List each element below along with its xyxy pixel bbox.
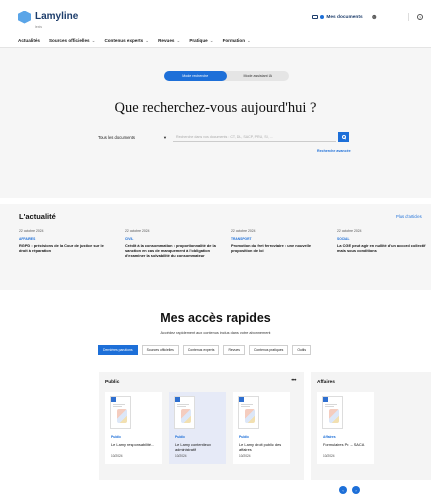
publication-cover-image bbox=[238, 396, 259, 429]
publication-title: Le Lamy responsabilité... bbox=[111, 442, 155, 447]
news-date: 22 octobre 2024 bbox=[19, 229, 44, 233]
news-category: TRANSPORT bbox=[231, 237, 252, 241]
news-headline: Promotion du fret ferroviaire : une nouv… bbox=[231, 243, 311, 253]
publication-date: 10/2024 bbox=[175, 454, 187, 458]
nav-item-sources-officielles[interactable]: Sources officielles ⌄ bbox=[49, 38, 95, 44]
nav-item-pratique[interactable]: Pratique ⌄ bbox=[189, 38, 213, 44]
nav-item-actualites[interactable]: Actualités bbox=[18, 38, 40, 43]
quick-panel-affaires: Affaires Affaires Formulaires Pr. – SACA… bbox=[311, 372, 431, 480]
document-scope-select[interactable]: Tous les documents ▼ bbox=[98, 132, 173, 142]
chip-revues[interactable]: Revues bbox=[223, 345, 245, 355]
search-icon bbox=[341, 135, 346, 139]
search-button[interactable] bbox=[338, 132, 349, 142]
news-item[interactable]: 22 octobre 2024 AFFAIRES RGPD : précisio… bbox=[19, 229, 111, 253]
panel-title: Public bbox=[105, 380, 120, 385]
document-scope-value: Tous les documents bbox=[98, 134, 136, 140]
news-item[interactable]: 22 octobre 2024 SOCIAL La CGE peut agir … bbox=[337, 229, 429, 253]
chip-sources-officielles[interactable]: Sources officielles bbox=[141, 345, 179, 355]
quick-access-filters: Dernières parutions Sources officielles … bbox=[98, 345, 312, 355]
publication-cover-image bbox=[322, 396, 343, 429]
news-date: 22 octobre 2024 bbox=[125, 229, 150, 233]
news-category: AFFAIRES bbox=[19, 237, 36, 241]
more-options-icon[interactable]: ••• bbox=[291, 378, 296, 384]
carousel-next-button[interactable]: › bbox=[352, 486, 360, 494]
news-section: L'actualité Plus d'articles 22 octobre 2… bbox=[0, 204, 431, 290]
chip-contenus-pratiques[interactable]: Contenus pratiques bbox=[248, 345, 289, 355]
quick-panel-public: Public ••• Public Le Lamy responsabilité… bbox=[99, 372, 304, 480]
panel-title: Affaires bbox=[317, 380, 335, 385]
header-divider bbox=[408, 13, 409, 21]
publication-card[interactable]: Public Le Lamy droit public des affaires… bbox=[233, 392, 290, 464]
folder-icon bbox=[312, 14, 319, 20]
publication-card[interactable]: Public Le Lamy responsabilité... 10/2024 bbox=[105, 392, 162, 464]
lamyline-logo[interactable]: Lamyline lexis bbox=[18, 6, 78, 29]
publication-tag: Public bbox=[111, 435, 122, 439]
publication-cover-image bbox=[110, 396, 131, 429]
news-date: 22 octobre 2024 bbox=[231, 229, 256, 233]
search-mode-toggle: Mode recherche Mode assistant IA bbox=[164, 71, 289, 81]
search-row: Tous les documents ▼ bbox=[98, 132, 349, 142]
search-hero: Mode recherche Mode assistant IA Que rec… bbox=[0, 48, 431, 198]
chevron-down-icon: ⌄ bbox=[209, 37, 214, 43]
chevron-down-icon: ⌄ bbox=[145, 37, 150, 43]
news-category: CIVIL bbox=[125, 237, 134, 241]
search-title: Que recherchez-vous aujourd'hui ? bbox=[114, 100, 317, 116]
nav-item-contenus-experts[interactable]: Contenus experts ⌄ bbox=[104, 38, 149, 44]
chip-contenus-experts[interactable]: Contenus experts bbox=[182, 345, 220, 355]
chevron-down-icon: ⌄ bbox=[247, 37, 251, 43]
publication-tag: Affaires bbox=[323, 435, 336, 439]
user-add-icon[interactable]: ☻ bbox=[371, 14, 378, 21]
nav-item-revues[interactable]: Revues ⌄ bbox=[158, 38, 180, 44]
mode-recherche-tab[interactable]: Mode recherche bbox=[164, 71, 227, 81]
publication-date: 10/2024 bbox=[111, 454, 123, 458]
logo-text: Lamyline bbox=[35, 10, 79, 22]
help-icon[interactable]: ? bbox=[417, 14, 423, 20]
carousel-pager: ‹ › bbox=[339, 486, 360, 494]
news-item[interactable]: 22 octobre 2024 CIVIL Crédit à la consom… bbox=[125, 229, 217, 258]
logo-subtext: lexis bbox=[35, 24, 43, 29]
publication-cover-image bbox=[174, 396, 195, 429]
news-headline: Crédit à la consommation : proportionnal… bbox=[125, 243, 216, 258]
news-headline: La CGE peut agir en nullité d'un accord … bbox=[337, 243, 426, 253]
chevron-down-icon: ⌄ bbox=[176, 37, 181, 43]
news-headline: RGPD : précisions de la Cour de justice … bbox=[19, 243, 104, 253]
publication-tag: Public bbox=[239, 435, 250, 439]
mode-assistant-ia-tab[interactable]: Mode assistant IA bbox=[227, 71, 290, 81]
nav-item-formation[interactable]: Formation ⌄ bbox=[223, 38, 251, 44]
notification-dot-icon bbox=[320, 15, 325, 19]
my-documents-button[interactable]: Mes documents bbox=[312, 14, 363, 20]
lamyline-logo-icon bbox=[18, 10, 31, 24]
chevron-down-icon: ⌄ bbox=[91, 37, 96, 43]
top-bar: Lamyline lexis Mes documents ☻ ? bbox=[0, 0, 431, 34]
chip-dernieres-parutions[interactable]: Dernières parutions bbox=[98, 345, 138, 355]
publication-title: Formulaires Pr. – SACA bbox=[323, 442, 365, 447]
publication-title: Le Lamy contentieux administratif bbox=[175, 442, 211, 452]
quick-access-subtitle: Accédez rapidement aux contenus inclus d… bbox=[160, 331, 271, 335]
news-category: SOCIAL bbox=[337, 237, 350, 241]
caret-down-icon: ▼ bbox=[163, 134, 167, 140]
chip-outils[interactable]: Outils bbox=[292, 345, 312, 355]
publication-card[interactable]: Public Le Lamy contentieux administratif… bbox=[169, 392, 226, 464]
publication-date: 10/2024 bbox=[323, 454, 335, 458]
news-title: L'actualité bbox=[19, 212, 56, 221]
advanced-search-link[interactable]: Recherche avancée bbox=[317, 149, 351, 153]
publication-date: 10/2024 bbox=[239, 454, 251, 458]
my-documents-label: Mes documents bbox=[326, 14, 363, 20]
publication-title: Le Lamy droit public des affaires bbox=[239, 442, 282, 452]
carousel-prev-button[interactable]: ‹ bbox=[339, 486, 347, 494]
main-nav: Actualités Sources officielles ⌄ Contenus… bbox=[0, 34, 431, 48]
publication-card[interactable]: Affaires Formulaires Pr. – SACA 10/2024 bbox=[317, 392, 374, 464]
publication-tag: Public bbox=[175, 435, 186, 439]
search-input[interactable] bbox=[173, 132, 336, 142]
news-item[interactable]: 22 octobre 2024 TRANSPORT Promotion du f… bbox=[231, 229, 323, 253]
more-articles-link[interactable]: Plus d'articles bbox=[396, 214, 422, 219]
quick-access-title: Mes accès rapides bbox=[160, 311, 271, 325]
news-date: 22 octobre 2024 bbox=[337, 229, 362, 233]
